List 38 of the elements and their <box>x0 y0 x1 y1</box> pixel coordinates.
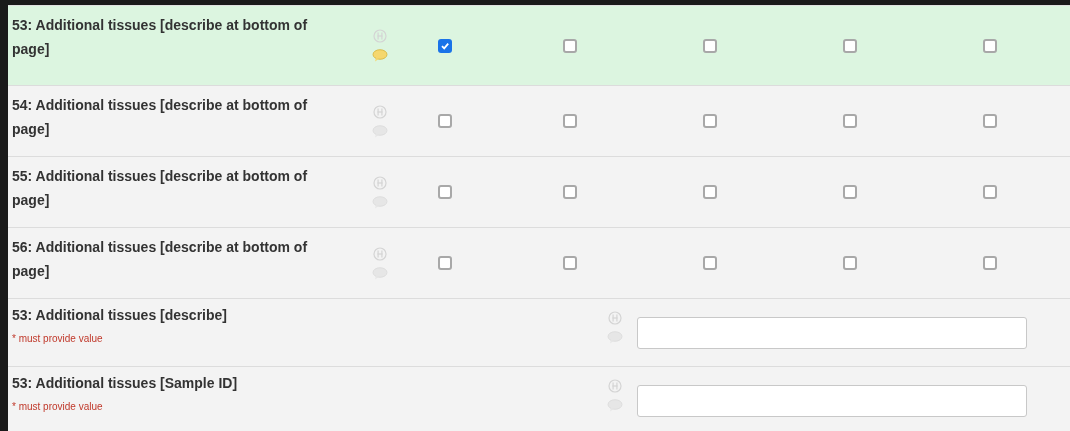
checkbox[interactable] <box>703 114 717 128</box>
checkbox[interactable] <box>843 114 857 128</box>
checkbox[interactable] <box>563 256 577 270</box>
checkbox[interactable] <box>563 185 577 199</box>
history-icon[interactable] <box>373 104 387 119</box>
checkbox[interactable] <box>438 114 452 128</box>
field-label: 55: Additional tissues [describe at bottom of page] <box>11 167 309 210</box>
checkbox[interactable] <box>983 256 997 270</box>
check-icon <box>440 40 450 51</box>
checkbox[interactable] <box>703 256 717 270</box>
history-icon[interactable] <box>373 29 387 43</box>
text-input-field[interactable] <box>637 317 1027 349</box>
history-icon[interactable] <box>608 311 622 325</box>
checkbox[interactable] <box>438 38 452 53</box>
checkbox[interactable] <box>983 114 997 128</box>
history-icon[interactable] <box>373 246 387 261</box>
checkbox[interactable] <box>983 38 997 53</box>
comment-icon[interactable] <box>372 49 388 62</box>
required-note: * must provide value <box>12 333 103 345</box>
field-label: 56: Additional tissues [describe at bottom of page] <box>11 238 309 281</box>
field-label: 53: Additional tissues [describe] <box>12 306 227 325</box>
text-input-field[interactable] <box>637 385 1027 417</box>
field-label: 53: Additional tissues [describe at bottom of page] <box>11 16 309 59</box>
checkbox[interactable] <box>843 185 857 199</box>
checkbox[interactable] <box>843 38 857 53</box>
checkbox[interactable] <box>563 114 577 128</box>
checkbox[interactable] <box>438 256 452 270</box>
required-note: * must provide value <box>12 401 103 413</box>
checkbox[interactable] <box>983 185 997 199</box>
checkbox[interactable] <box>703 185 717 199</box>
history-icon[interactable] <box>608 379 622 393</box>
checkbox[interactable] <box>843 256 857 270</box>
checkbox[interactable] <box>438 185 452 199</box>
history-icon[interactable] <box>373 175 387 190</box>
field-label: 54: Additional tissues [describe at bottom of page] <box>11 96 309 139</box>
checkbox[interactable] <box>563 38 577 53</box>
checkbox[interactable] <box>703 38 717 53</box>
field-label: 53: Additional tissues [Sample ID] <box>12 374 238 393</box>
